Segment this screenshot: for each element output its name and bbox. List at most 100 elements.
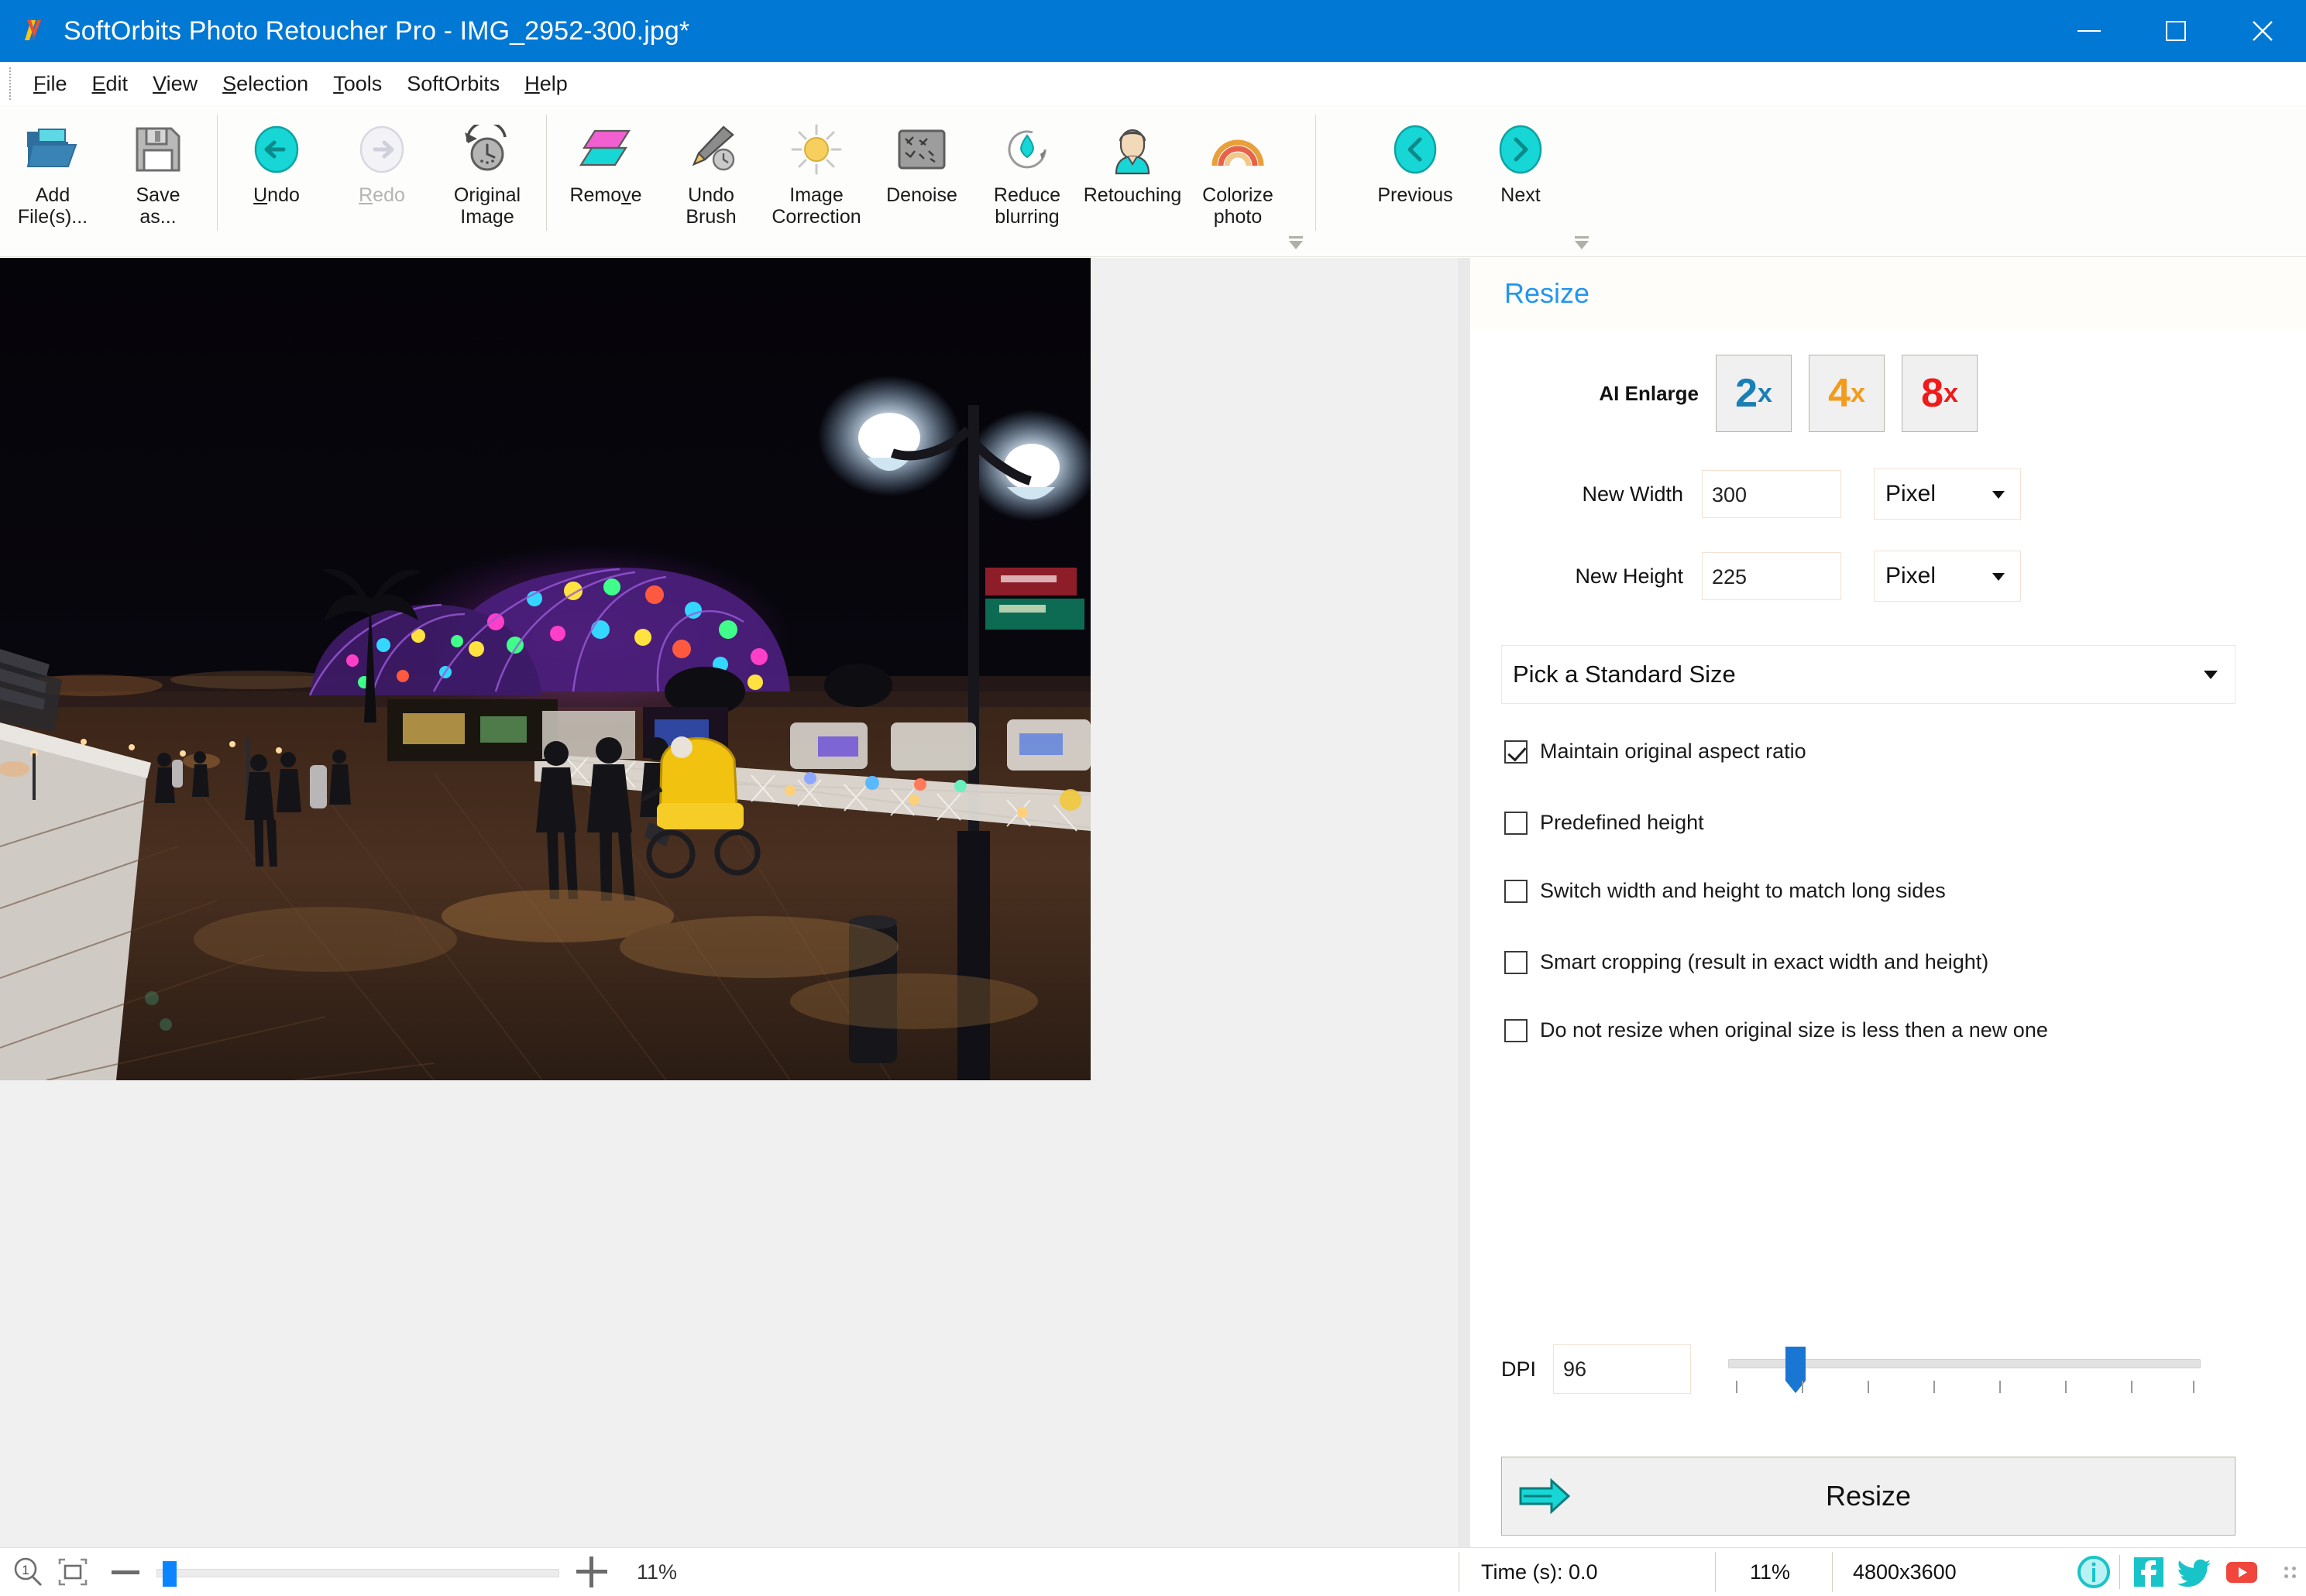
zoom-1to1-icon[interactable]: 1 (11, 1555, 45, 1589)
menu-item-tools[interactable]: Tools (321, 67, 394, 101)
checkbox-label: Predefined height (1540, 811, 1704, 834)
checkbox-icon[interactable] (1504, 950, 1528, 974)
new-height-input[interactable]: 225 (1702, 552, 1841, 600)
close-button[interactable] (2219, 0, 2306, 62)
resize-grip-icon[interactable] (2280, 1562, 2300, 1582)
new-width-unit-select[interactable]: Pixel (1874, 469, 2021, 520)
checkbox-icon[interactable] (1504, 1018, 1528, 1042)
denoise-button[interactable]: Denoise (869, 110, 974, 242)
undo-label: Undo (253, 184, 300, 206)
zoom-out-icon[interactable] (112, 1570, 139, 1574)
dpi-slider[interactable] (1728, 1342, 2201, 1396)
standard-size-select[interactable]: Pick a Standard Size (1501, 645, 2236, 704)
undo-brush-button[interactable]: Undo Brush (658, 110, 764, 242)
zoom-slider-track[interactable] (156, 1569, 559, 1577)
colorize-photo-button[interactable]: Colorize photo (1185, 110, 1290, 242)
remove-button[interactable]: Remove (553, 110, 658, 242)
reduce-blurring-button[interactable]: Reduce blurring (974, 110, 1080, 242)
chevron-down-icon (1992, 491, 2005, 499)
new-height-unit-select[interactable]: Pixel (1874, 551, 2021, 602)
minimize-icon (2077, 30, 2101, 32)
checkbox-icon[interactable] (1504, 811, 1528, 835)
menu-item-selection[interactable]: Selection (210, 67, 321, 101)
toolbar-separator (546, 115, 547, 231)
menu-item-view[interactable]: View (140, 67, 210, 101)
save-as-button[interactable]: Save as... (105, 110, 211, 242)
social-links (2065, 1554, 2306, 1590)
youtube-icon[interactable] (2224, 1554, 2260, 1590)
new-width-label: New Width (1582, 482, 1683, 506)
ai-enlarge-4x-button[interactable]: 4x (1809, 355, 1885, 432)
dpi-row: DPI 96 (1470, 1342, 2306, 1396)
dpi-slider-ticks (1728, 1381, 2201, 1395)
undo-button[interactable]: Undo (224, 110, 329, 242)
maximize-button[interactable] (2132, 0, 2219, 62)
ai-enlarge-label: AI Enlarge (1599, 381, 1699, 405)
zoom-percent-label: 11% (637, 1560, 678, 1584)
original-image-button[interactable]: Original Image (435, 110, 540, 242)
menu-item-softorbits[interactable]: SoftOrbits (394, 67, 512, 101)
zoom-percent-status: 11% (1750, 1560, 1791, 1584)
redo-label: Redo (359, 184, 405, 206)
menu-item-help[interactable]: Help (512, 67, 580, 101)
arrow-right-resize-icon (1519, 1478, 1571, 1515)
fit-to-screen-icon[interactable] (56, 1555, 90, 1589)
checkbox-smart-cropping[interactable]: Smart cropping (result in exact width an… (1504, 950, 1988, 974)
menu-drag-grip[interactable] (9, 67, 12, 100)
person-portrait-icon (1102, 119, 1163, 180)
floppy-disk-save-icon (128, 119, 188, 180)
original-image-label: Original Image (453, 184, 521, 228)
checkbox-do-not-resize[interactable]: Do not resize when original size is less… (1504, 1018, 2048, 1042)
menu-item-file[interactable]: File (21, 67, 80, 101)
dpi-input[interactable]: 96 (1553, 1344, 1692, 1394)
window-controls (2046, 0, 2306, 62)
new-height-row: New Height 225 Pixel (1470, 551, 2306, 602)
menu-item-edit[interactable]: Edit (80, 67, 141, 101)
status-bar: 1 11% Time (s): 0.0 11% 4800x3600 (0, 1547, 2306, 1596)
checkbox-maintain-aspect-ratio[interactable]: Maintain original aspect ratio (1504, 740, 1806, 764)
denoise-label: Denoise (886, 184, 957, 206)
facebook-icon[interactable] (2131, 1554, 2167, 1590)
zoom-in-icon[interactable] (576, 1557, 607, 1587)
twitter-icon[interactable] (2177, 1554, 2213, 1590)
ai-enlarge-2x-button[interactable]: 2x (1716, 355, 1792, 432)
zoom-slider-thumb[interactable] (163, 1561, 177, 1587)
checkbox-label: Switch width and height to match long si… (1540, 879, 1946, 902)
colorize-photo-label: Colorize photo (1202, 184, 1273, 228)
retouching-button[interactable]: Retouching (1080, 110, 1185, 242)
new-width-input[interactable]: 300 (1702, 470, 1841, 518)
info-icon[interactable] (2076, 1554, 2112, 1590)
image-correction-button[interactable]: Image Correction (764, 110, 869, 242)
checkbox-switch-width-height[interactable]: Switch width and height to match long si… (1504, 879, 1946, 903)
page-title: Resize (1504, 277, 1590, 309)
retouching-label: Retouching (1083, 184, 1182, 206)
ai-enlarge-4x-suffix: x (1851, 378, 1865, 408)
ai-enlarge-8x-button[interactable]: 8x (1902, 355, 1978, 432)
image-canvas-area[interactable] (0, 258, 1458, 1547)
denoise-grain-icon (892, 119, 952, 180)
resize-button-label: Resize (1825, 1480, 1912, 1512)
night-boardwalk-photo[interactable] (0, 258, 1091, 1080)
toolbar-group-history: Undo Redo Original Image (224, 105, 540, 254)
toolbar-overflow-icon[interactable] (1572, 226, 1592, 249)
next-button[interactable]: Next (1468, 110, 1573, 242)
redo-arrow-circle-icon (352, 119, 412, 180)
checkbox-label: Maintain original aspect ratio (1540, 740, 1806, 763)
panel-scrollbar[interactable] (1458, 258, 1470, 1547)
checkbox-predefined-height[interactable]: Predefined height (1504, 811, 1704, 835)
previous-button[interactable]: Previous (1363, 110, 1468, 242)
checkbox-icon[interactable] (1504, 740, 1528, 764)
zoom-slider[interactable] (156, 1557, 559, 1587)
minimize-button[interactable] (2046, 0, 2132, 62)
previous-label: Previous (1377, 184, 1453, 206)
toolbar-overflow-icon[interactable] (1286, 226, 1306, 249)
ai-enlarge-2x-suffix: x (1758, 378, 1772, 408)
close-icon (2253, 21, 2273, 41)
remove-label: Remove (569, 184, 642, 206)
open-folder-icon (22, 119, 83, 180)
dpi-slider-thumb[interactable] (1785, 1347, 1806, 1393)
svg-text:1: 1 (22, 1563, 29, 1577)
resize-button[interactable]: Resize (1501, 1457, 2236, 1536)
checkbox-icon[interactable] (1504, 879, 1528, 903)
add-files-button[interactable]: Add File(s)... (0, 110, 105, 242)
